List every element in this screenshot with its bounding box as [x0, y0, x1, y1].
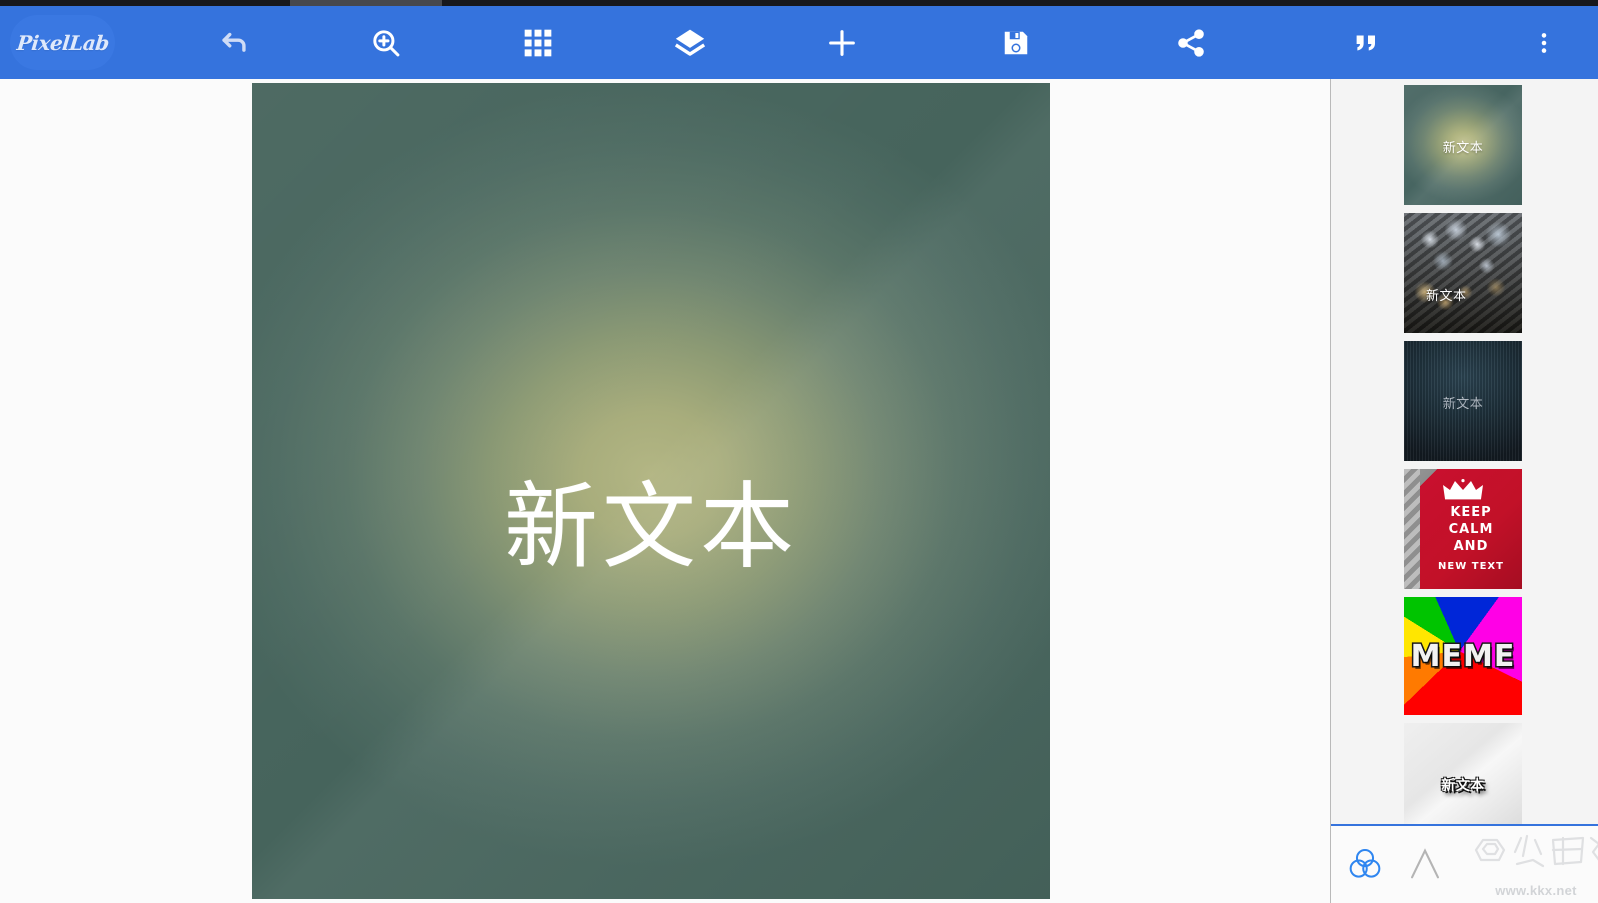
watermark-url: www.kkx.net [1495, 883, 1577, 898]
quote-icon [1351, 28, 1381, 58]
grid-button[interactable] [502, 12, 574, 73]
site-watermark: www.kkx.net [1471, 830, 1598, 902]
add-button[interactable] [806, 12, 878, 73]
layers-button[interactable] [654, 12, 726, 73]
template-thumbnail-4[interactable]: KEEP CALM AND NEW TEXT [1404, 469, 1522, 589]
template-label-6: 新文本 [1441, 778, 1485, 794]
poster-line-4: NEW TEXT [1438, 561, 1504, 572]
top-toolbar: PixelLab [0, 6, 1598, 79]
template-thumbnail-6[interactable]: 新文本 [1404, 723, 1522, 824]
template-label-1: 新文本 [1442, 141, 1484, 156]
letter-a-icon [1404, 843, 1446, 890]
design-canvas[interactable]: 新文本 [252, 83, 1050, 899]
poster-line-3: AND [1453, 539, 1489, 554]
layers-icon [673, 26, 707, 60]
app-logo[interactable]: PixelLab [10, 15, 115, 70]
more-options-button[interactable] [1508, 12, 1580, 73]
save-button[interactable] [980, 12, 1052, 73]
poster-line-2: CALM [1448, 522, 1494, 537]
quote-button[interactable] [1330, 12, 1402, 73]
template-label-2: 新文本 [1426, 289, 1467, 304]
plus-icon [825, 26, 859, 60]
canvas-text-layer[interactable]: 新文本 [252, 481, 1050, 575]
crown-icon [1442, 479, 1484, 506]
template-thumbnail-2[interactable]: 新文本 [1404, 213, 1522, 333]
color-tool-button[interactable] [1335, 838, 1395, 894]
app-root: PixelLab 新文本 新文本 新文本 新文本 KEEP CALM AND N… [0, 0, 1598, 903]
template-label-5: MEME [1409, 638, 1516, 676]
more-vertical-icon [1531, 28, 1557, 58]
three-circles-icon [1344, 843, 1386, 890]
save-icon [1001, 28, 1031, 58]
poster-line-1: KEEP [1450, 505, 1492, 520]
grid-icon [522, 27, 554, 59]
share-icon [1175, 27, 1207, 59]
bottom-toolbar: www.kkx.net [1331, 824, 1598, 903]
template-thumbnail-3[interactable]: 新文本 [1404, 341, 1522, 461]
template-panel[interactable]: 新文本 新文本 新文本 KEEP CALM AND NEW TEXT MEME [1331, 79, 1598, 824]
undo-button[interactable] [198, 12, 270, 73]
canvas-workspace[interactable]: 新文本 [0, 79, 1330, 903]
share-button[interactable] [1155, 12, 1227, 73]
app-logo-label: PixelLab [15, 30, 110, 55]
template-label-3: 新文本 [1404, 393, 1522, 412]
template-thumbnail-5[interactable]: MEME [1404, 597, 1522, 715]
zoom-in-icon [369, 26, 403, 60]
text-tool-button[interactable] [1395, 838, 1455, 894]
zoom-button[interactable] [350, 12, 422, 73]
poster-edge-stripe [1404, 469, 1420, 589]
template-thumbnail-1[interactable]: 新文本 [1404, 85, 1522, 205]
undo-icon [217, 26, 251, 60]
